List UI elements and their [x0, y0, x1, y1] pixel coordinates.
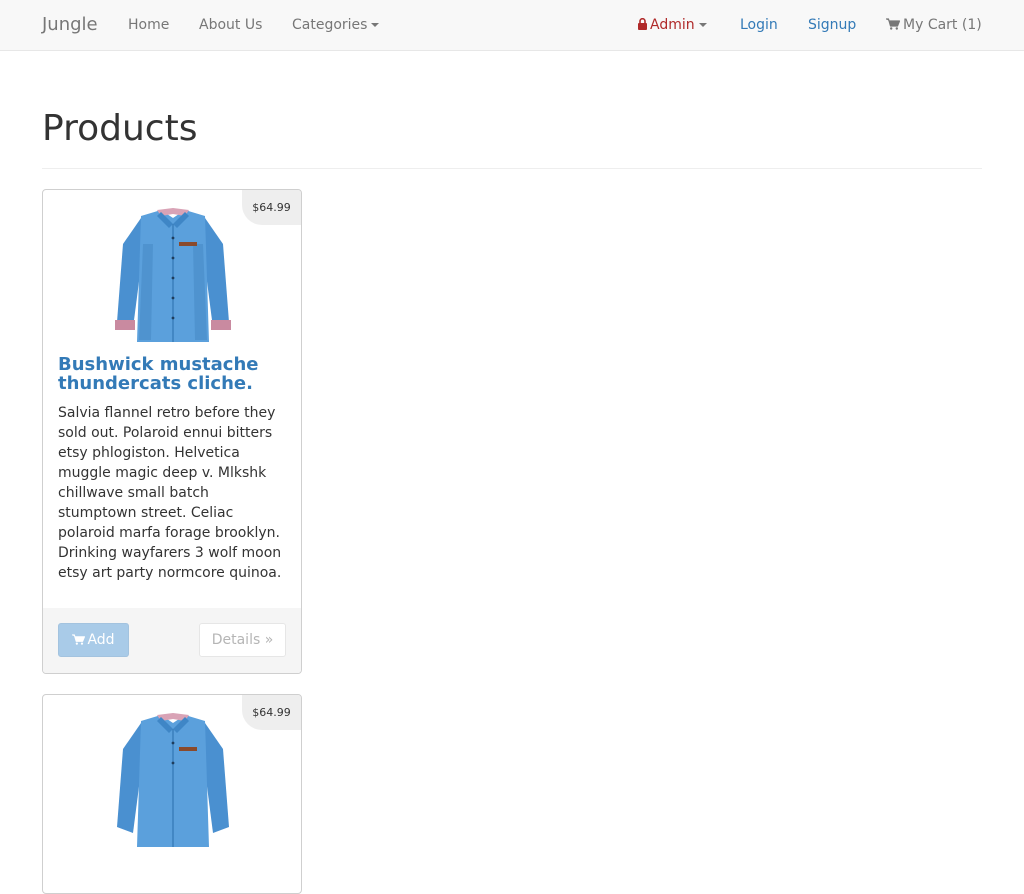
caret-down-icon: [698, 23, 707, 27]
nav-admin-dropdown[interactable]: Admin: [638, 15, 707, 35]
nav-cart-label: My Cart (1): [903, 17, 982, 33]
nav-home[interactable]: Home: [128, 15, 169, 35]
product-card: $64.99 Bushwick mustache thundercats cli…: [42, 189, 302, 674]
product-description: Salvia flannel retro before they sold ou…: [58, 405, 282, 581]
price-badge: $64.99: [242, 695, 301, 730]
nav-admin-label: Admin: [650, 17, 695, 33]
caret-down-icon: [371, 23, 380, 27]
brand-logo[interactable]: Jungle: [42, 13, 98, 37]
product-image[interactable]: [113, 709, 233, 851]
page-title: Products: [42, 108, 198, 149]
card-footer: Add Details »: [43, 608, 301, 673]
navbar: Jungle Home About Us Categories Admin Lo…: [0, 0, 1024, 51]
shopping-cart-icon: [72, 634, 86, 645]
details-button[interactable]: Details »: [199, 623, 286, 657]
add-to-cart-button[interactable]: Add: [58, 623, 129, 657]
nav-login-label: Login: [740, 17, 778, 33]
product-card: $64.99: [42, 694, 302, 894]
product-image[interactable]: [113, 204, 233, 346]
nav-categories-dropdown[interactable]: Categories: [292, 15, 380, 35]
nav-login[interactable]: Login: [740, 15, 778, 35]
shopping-cart-icon: [886, 18, 900, 30]
nav-categories-label: Categories: [292, 17, 368, 33]
nav-signup[interactable]: Signup: [808, 15, 856, 35]
nav-signup-label: Signup: [808, 17, 857, 33]
lock-icon: [638, 18, 647, 30]
price-badge: $64.99: [242, 190, 301, 225]
nav-my-cart[interactable]: My Cart (1): [886, 15, 982, 35]
nav-about-label: About Us: [199, 17, 263, 33]
nav-about-us[interactable]: About Us: [199, 15, 262, 35]
add-button-label: Add: [87, 632, 115, 648]
nav-home-label: Home: [128, 17, 170, 33]
header-divider: [42, 168, 982, 169]
product-name-link[interactable]: Bushwick mustache thundercats cliche.: [58, 355, 288, 393]
